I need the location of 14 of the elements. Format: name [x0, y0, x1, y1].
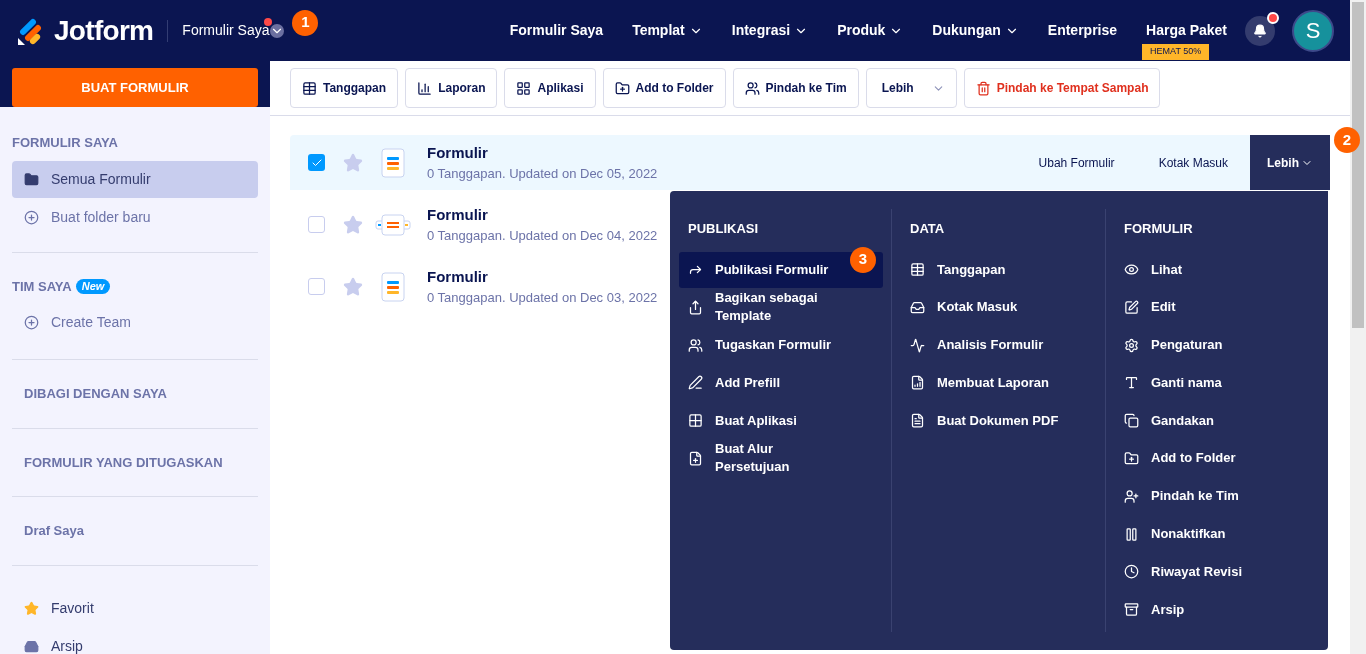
menu-heading: PUBLIKASI [687, 220, 760, 238]
menu-heading: DATA [909, 220, 946, 238]
promo-ribbon: HEMAT 50% [1142, 44, 1210, 60]
form-meta: 0 Tanggapan. Updated on Dec 04, 2022 [427, 227, 658, 245]
sidebar-heading: TIM SAYA [12, 277, 72, 296]
form-meta: 0 Tanggapan. Updated on Dec 03, 2022 [427, 289, 658, 307]
step-marker: 1 [292, 9, 319, 36]
step-marker: 3 [850, 246, 876, 273]
logo-text: Jotform [54, 13, 154, 48]
menu-heading: FORMULIR [1123, 220, 1194, 238]
new-badge: New [75, 278, 111, 294]
sidebar-heading: FORMULIR SAYA [12, 134, 118, 152]
form-meta: 0 Tanggapan. Updated on Dec 05, 2022 [427, 165, 658, 183]
step-marker: 2 [1334, 127, 1360, 153]
